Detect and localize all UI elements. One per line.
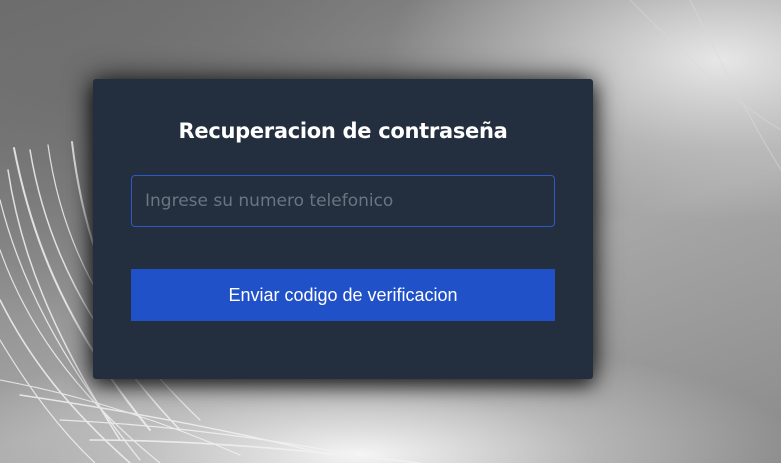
card-title: Recuperacion de contraseña: [178, 119, 508, 143]
phone-number-input[interactable]: [131, 175, 555, 227]
password-recovery-card: Recuperacion de contraseña Enviar codigo…: [93, 79, 593, 379]
send-verification-code-button[interactable]: Enviar codigo de verificacion: [131, 269, 555, 321]
